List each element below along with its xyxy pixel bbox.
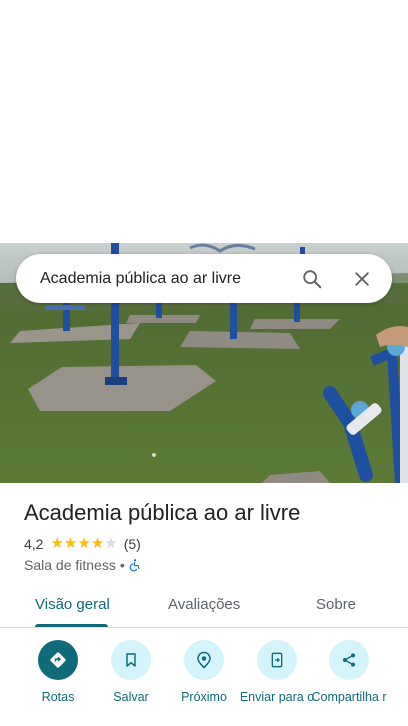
search-icon[interactable]: [300, 267, 324, 291]
search-bar[interactable]: Academia pública ao ar livre: [16, 254, 392, 303]
directions-label: Rotas: [41, 690, 75, 704]
save-button[interactable]: Salvar: [91, 640, 171, 705]
save-label: Salvar: [113, 690, 149, 704]
tab-reviews[interactable]: Avaliações: [168, 596, 240, 613]
review-count: (5): [123, 536, 141, 552]
star-rating: ★ ★ ★ ★ ★: [50, 535, 118, 552]
wheelchair-accessible-icon: [128, 558, 142, 572]
place-category: Sala de fitness: [24, 557, 116, 573]
send-to-phone-button[interactable]: Enviar para o: [237, 640, 317, 705]
star-icon: ★: [50, 535, 64, 552]
rating-row[interactable]: 4,2 ★ ★ ★ ★ ★ (5): [24, 536, 141, 552]
search-query-text[interactable]: Academia pública ao ar livre: [40, 270, 300, 288]
share-button[interactable]: Compartilha r: [309, 640, 389, 705]
send-to-phone-icon: [257, 640, 297, 680]
send-to-phone-label: Enviar para o: [239, 690, 315, 704]
action-buttons-row: Rotas Salvar Próximo Enviar para o Compa…: [0, 640, 408, 726]
star-empty-icon: ★: [104, 535, 118, 552]
place-tabs: Visão geral Avaliações Sobre: [0, 584, 408, 628]
directions-button[interactable]: Rotas: [18, 640, 98, 705]
map-blank-area: [0, 0, 408, 243]
tab-overview[interactable]: Visão geral: [35, 596, 110, 613]
active-tab-indicator: [35, 624, 108, 627]
nearby-icon: [184, 640, 224, 680]
directions-icon: [38, 640, 78, 680]
category-row: Sala de fitness •: [24, 557, 142, 573]
star-icon: ★: [77, 535, 91, 552]
tab-about[interactable]: Sobre: [316, 596, 356, 613]
share-label: Compartilha r: [311, 690, 387, 704]
nearby-button[interactable]: Próximo: [164, 640, 244, 705]
close-icon[interactable]: [350, 267, 374, 291]
share-icon: [329, 640, 369, 680]
category-separator: •: [119, 557, 125, 573]
rating-value: 4,2: [24, 536, 44, 552]
star-icon: ★: [90, 535, 105, 552]
nearby-label: Próximo: [181, 690, 227, 704]
place-title: Academia pública ao ar livre: [24, 500, 301, 525]
bookmark-icon: [111, 640, 151, 680]
star-icon: ★: [63, 535, 78, 552]
